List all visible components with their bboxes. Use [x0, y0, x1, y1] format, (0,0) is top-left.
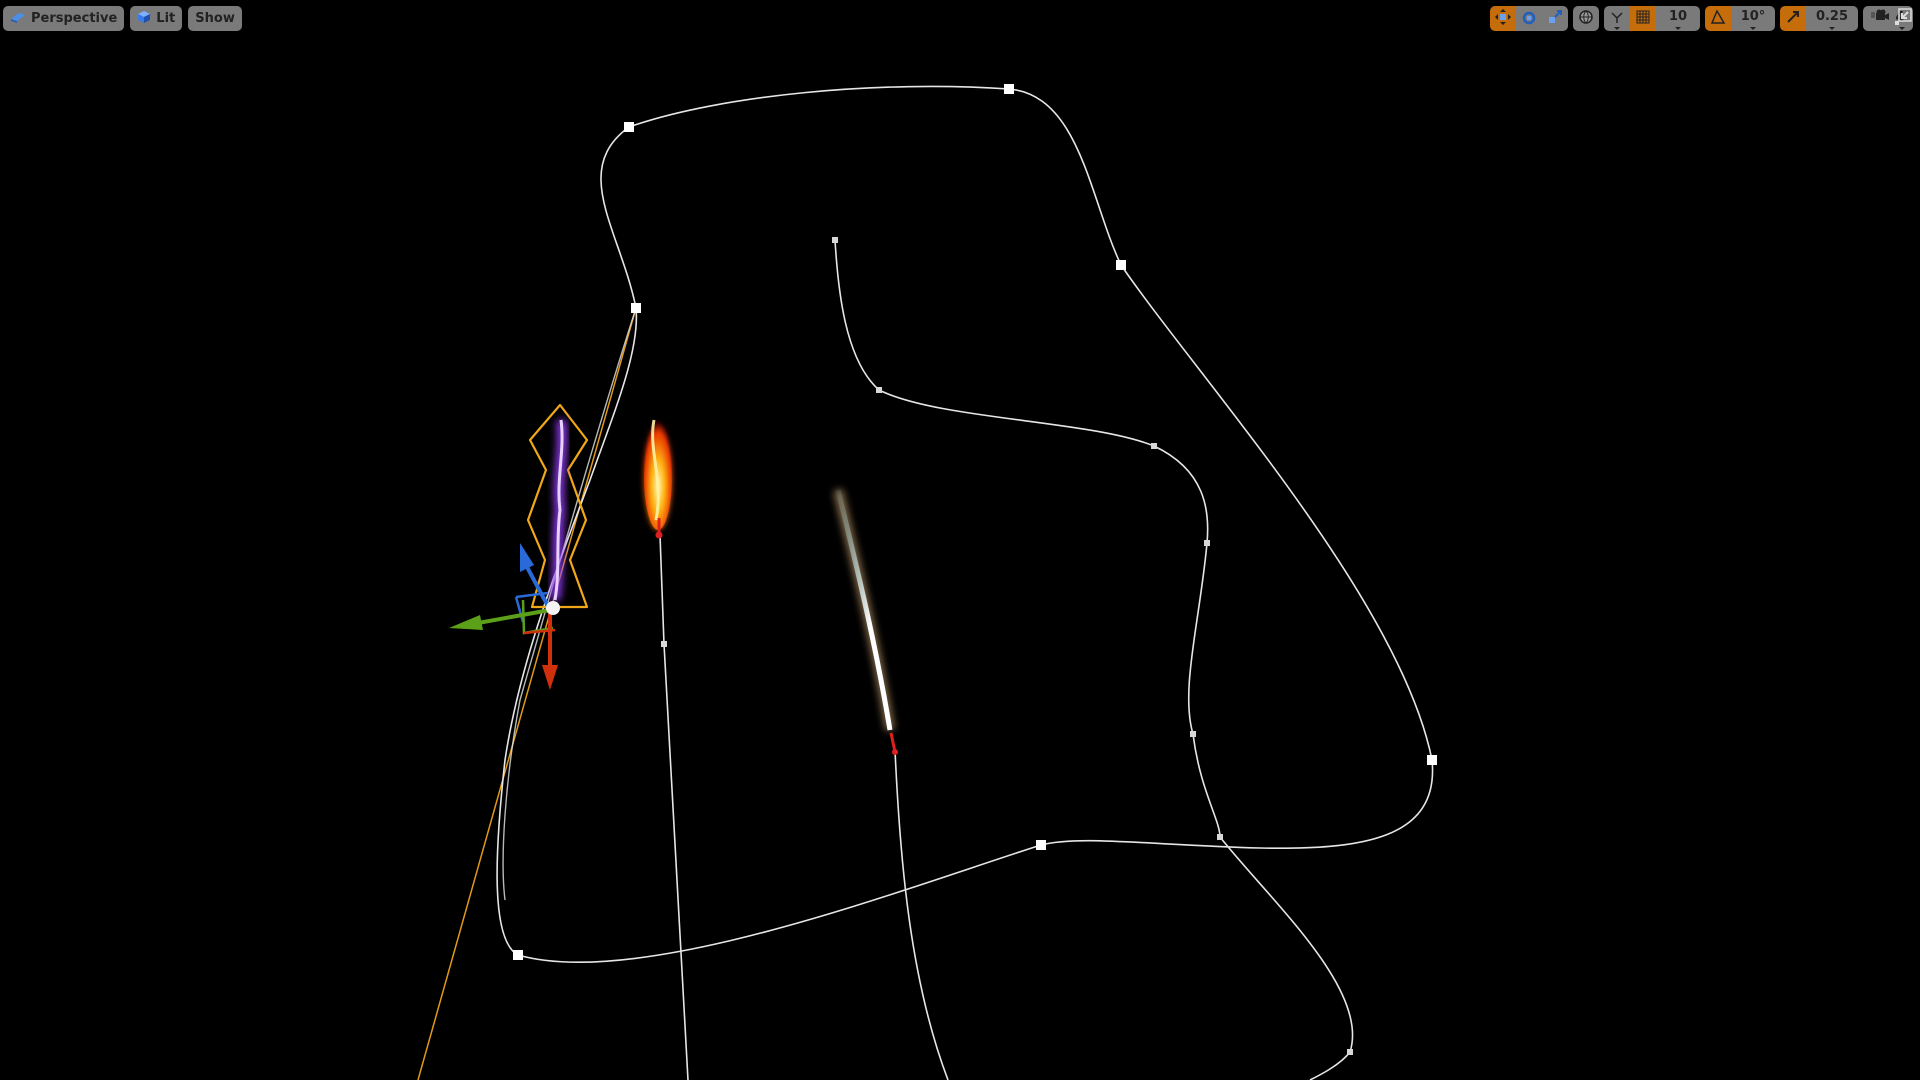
- perspective-camera-icon: [10, 11, 26, 27]
- perspective-label: Perspective: [31, 11, 118, 26]
- grid-icon: [1636, 10, 1650, 28]
- coordinate-space-group: [1573, 6, 1599, 31]
- inner-spline-path[interactable]: [834, 239, 1354, 1080]
- rotation-snap-toggle[interactable]: [1705, 6, 1731, 31]
- angle-icon: [1710, 8, 1726, 29]
- scale-snap-value: 0.25: [1815, 9, 1849, 24]
- viewport-toolbar-left: Perspective Lit Show: [3, 6, 242, 31]
- comet-effect[interactable]: [833, 488, 898, 755]
- gizmo-arrow-x[interactable]: [542, 665, 558, 690]
- scale-snap-toggle[interactable]: [1780, 6, 1806, 31]
- grid-snap-value-dropdown[interactable]: 10: [1656, 6, 1700, 31]
- chevron-down-icon: [1614, 27, 1620, 30]
- scale-arrow-icon: [1786, 10, 1800, 28]
- rotation-snap-value-dropdown[interactable]: 10°: [1731, 6, 1775, 31]
- lit-label: Lit: [156, 11, 176, 26]
- fire-effect[interactable]: [644, 419, 672, 539]
- gizmo-center[interactable]: [546, 601, 560, 615]
- show-label: Show: [195, 11, 235, 26]
- comet-spline-path[interactable]: [894, 749, 949, 1080]
- perspective-button[interactable]: Perspective: [3, 6, 125, 31]
- spline-point[interactable]: [1347, 1049, 1353, 1055]
- grid-snap-group: 10: [1604, 6, 1700, 31]
- spline-point[interactable]: [832, 237, 838, 243]
- rotate-tool-button[interactable]: [1516, 6, 1542, 31]
- outer-spline-loop[interactable]: [496, 85, 1434, 963]
- rotation-snap-group: 10°: [1705, 6, 1775, 31]
- spline-point[interactable]: [1190, 731, 1196, 737]
- fire-spline-path[interactable]: [659, 534, 689, 1080]
- gizmo-arrow-y[interactable]: [449, 615, 483, 630]
- chevron-down-icon: [1750, 27, 1756, 30]
- spline-point[interactable]: [1204, 540, 1210, 546]
- rotate-icon: [1521, 9, 1537, 29]
- scale-snap-group: 0.25: [1780, 6, 1858, 31]
- transform-tools-group: [1490, 6, 1568, 31]
- spline-point[interactable]: [624, 122, 634, 132]
- spline-point[interactable]: [631, 303, 641, 313]
- rotation-snap-value: 10°: [1740, 9, 1766, 24]
- maximize-viewport-button[interactable]: [1895, 8, 1913, 26]
- surface-snap-button[interactable]: [1604, 6, 1630, 31]
- spline-point[interactable]: [661, 641, 667, 647]
- spline-point[interactable]: [1116, 260, 1126, 270]
- scene-canvas[interactable]: [0, 0, 1920, 1080]
- scale-icon: [1547, 9, 1563, 29]
- camera-icon: [1871, 9, 1890, 25]
- chevron-down-icon: [1829, 27, 1835, 30]
- gizmo-arrow-z[interactable]: [520, 543, 534, 572]
- maximize-viewport-icon: [1895, 8, 1913, 30]
- selection-tangent-line: [417, 307, 637, 1080]
- lightning-effect[interactable]: [550, 419, 568, 601]
- grid-snap-toggle[interactable]: [1630, 6, 1656, 31]
- spline-point[interactable]: [513, 950, 523, 960]
- spline-point[interactable]: [1427, 755, 1437, 765]
- show-button[interactable]: Show: [188, 6, 242, 31]
- spline-point[interactable]: [1217, 834, 1223, 840]
- coordinate-space-button[interactable]: [1573, 6, 1599, 31]
- gizmo-axis-z[interactable]: [525, 566, 552, 611]
- lit-cube-icon: [137, 10, 151, 28]
- viewport-toolbar-right: 10 10° 0.25 4: [1490, 6, 1918, 31]
- level-viewport[interactable]: Perspective Lit Show 10 10° 0.25 4: [0, 0, 1920, 1080]
- lit-button[interactable]: Lit: [130, 6, 183, 31]
- scale-tool-button[interactable]: [1542, 6, 1568, 31]
- spline-point[interactable]: [1004, 84, 1014, 94]
- move-icon: [1494, 8, 1512, 30]
- scale-snap-value-dropdown[interactable]: 0.25: [1806, 6, 1858, 31]
- translate-tool-button[interactable]: [1490, 6, 1516, 31]
- spline-point[interactable]: [1151, 443, 1157, 449]
- spline-point[interactable]: [876, 387, 882, 393]
- surface-snap-icon: [1609, 9, 1625, 29]
- world-icon: [1578, 9, 1594, 29]
- spline-point[interactable]: [1036, 840, 1046, 850]
- grid-snap-value: 10: [1668, 9, 1688, 24]
- chevron-down-icon: [1675, 27, 1681, 30]
